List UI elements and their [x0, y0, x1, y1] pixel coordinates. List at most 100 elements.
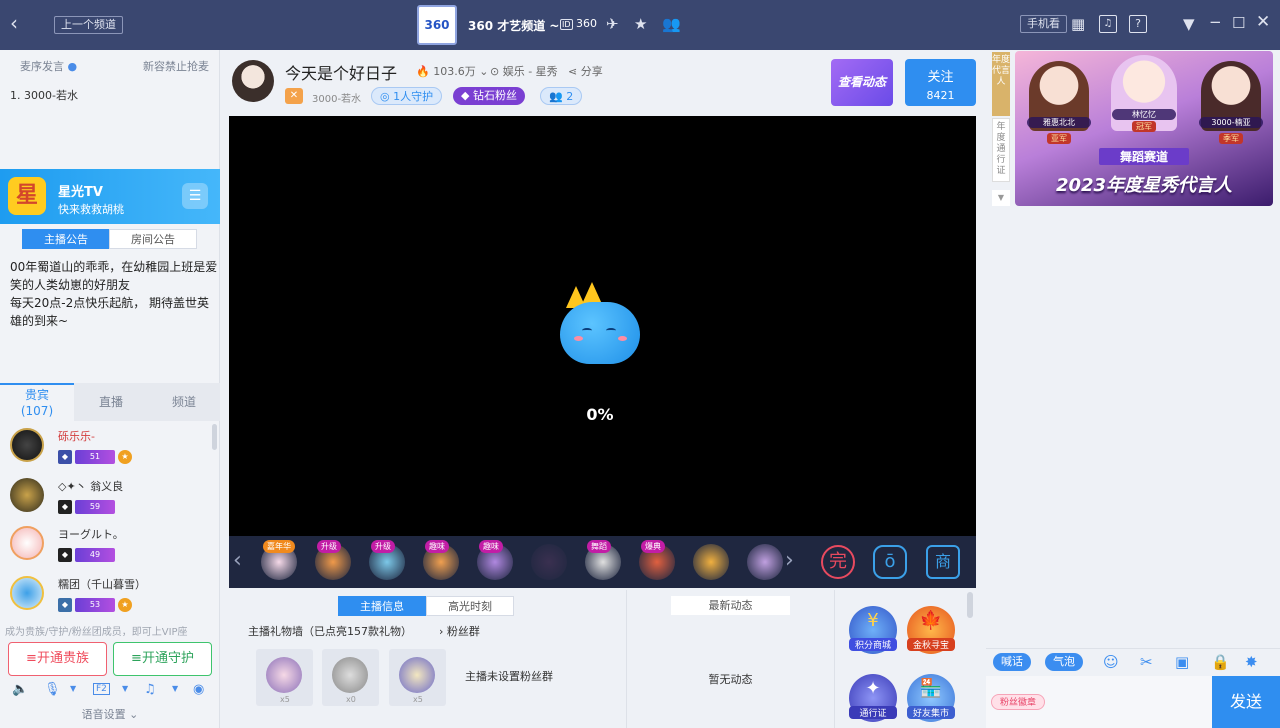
shout-button[interactable]: 喊话 — [993, 653, 1031, 671]
music-icon[interactable]: ♫ — [144, 682, 156, 697]
emoji-icon[interactable]: ☺ — [1103, 653, 1119, 671]
queue-item[interactable]: 1. 3000-若水 — [10, 87, 78, 103]
fans-count-badge[interactable]: 👥 2 — [540, 87, 583, 105]
sparkle-icon[interactable]: ✸ — [1245, 653, 1258, 671]
f2-icon[interactable]: F2 — [93, 683, 110, 695]
gift-bar: ‹ 嘉年华 升级 升级 趣味 趣味 舞蹈 爆典 › 完 ō 商 — [229, 536, 976, 588]
fans-count-text: 2 — [566, 90, 574, 103]
chevron-down-icon[interactable]: ▼ — [172, 684, 178, 693]
maximize-icon[interactable]: ☐ — [1232, 14, 1245, 32]
xingguang-tv-banner[interactable]: 星 星光TV 快来救救胡桃 ☰ — [0, 169, 220, 224]
help-icon[interactable]: ? — [1129, 15, 1147, 33]
vip-list-item[interactable]: 糯团（千山暮雪） ◆ 53 ★ — [0, 572, 220, 620]
chevron-down-icon[interactable]: ▼ — [992, 190, 1010, 206]
dropdown-icon[interactable]: ▼ — [1183, 15, 1195, 33]
record-icon[interactable]: ◉ — [193, 682, 204, 697]
diamond-icon: ◆ — [461, 89, 470, 102]
guard-badge[interactable]: ◎ 1人守护 — [371, 87, 443, 105]
fan-group-label[interactable]: › 粉丝群 — [439, 623, 480, 639]
speaker-icon[interactable]: 🔈 — [12, 682, 28, 697]
menu-icon[interactable]: ☰ — [182, 183, 208, 209]
mic-icon[interactable]: 🎙 — [44, 682, 61, 697]
chat-input[interactable]: 粉丝徽章 — [986, 676, 1212, 728]
order-speech-label[interactable]: 麦序发言 ● — [20, 58, 77, 74]
bubble-button[interactable]: 气泡 — [1045, 653, 1083, 671]
bell-icon[interactable]: ♫ — [1099, 15, 1117, 33]
gift-item[interactable] — [693, 544, 729, 580]
chevron-right-icon[interactable]: › — [785, 548, 794, 573]
gift-tag: 舞蹈 — [587, 540, 611, 553]
no-grab-label: 新容禁止抢麦 — [143, 60, 209, 73]
tab-highlight[interactable]: 高光时刻 — [426, 596, 514, 616]
follow-count: 8421 — [926, 89, 955, 102]
users-icon[interactable]: 👥 — [662, 15, 681, 33]
tab-anchor-notice[interactable]: 主播公告 — [22, 229, 110, 249]
gift-wall-label[interactable]: 主播礼物墙（已点亮157款礼物） — [248, 623, 412, 639]
share-button[interactable]: ⋖ 分享 — [568, 63, 603, 79]
shop-icon[interactable]: 商 — [926, 545, 960, 579]
chevron-down-icon[interactable]: ▼ — [122, 684, 128, 693]
gift-item[interactable] — [747, 544, 783, 580]
image-icon[interactable]: ▣ — [1175, 653, 1189, 671]
scissors-icon[interactable]: ✂ — [1140, 653, 1153, 671]
autumn-treasure-app[interactable]: 🍁 金秋寻宝 — [907, 606, 955, 654]
channel-title[interactable]: 360 才艺频道 ~ — [468, 17, 559, 34]
banner-name: 雅惠北北 — [1027, 117, 1091, 128]
video-player[interactable]: 0% — [229, 116, 976, 536]
gift-wall-item[interactable]: x5 — [389, 649, 446, 706]
latest-dynamic-tab[interactable]: 最新动态 — [671, 596, 790, 615]
side-tab-pass[interactable]: 年度通行证 — [992, 118, 1010, 182]
tab-anchor-info[interactable]: 主播信息 — [338, 596, 426, 616]
prev-channel-button[interactable]: 上一个频道 — [54, 16, 123, 34]
vip-list-item[interactable]: 砾乐乐- ◆ 51 ★ — [0, 424, 220, 472]
fans-badge-button[interactable]: 粉丝徽章 — [991, 694, 1045, 710]
points-mall-app[interactable]: ¥ 积分商城 — [849, 606, 897, 654]
room-title: 今天是个好日子 — [285, 64, 398, 83]
plane-icon[interactable]: ✈ — [606, 15, 619, 33]
open-noble-label: 开通贵族 — [36, 651, 89, 666]
order-settings-icon[interactable]: ● — [68, 60, 78, 73]
phone-watch-button[interactable]: 手机看 — [1020, 15, 1067, 33]
bag-icon[interactable]: ō — [873, 545, 907, 579]
vip-list-item[interactable]: ◇✦丶 翁义良 ◆ 59 — [0, 474, 220, 522]
tab-guests[interactable]: 贵宾 (107) — [0, 383, 74, 421]
chevron-left-icon[interactable]: ‹ — [233, 548, 242, 573]
back-icon[interactable]: ‹ — [10, 13, 18, 33]
scrollbar[interactable] — [212, 424, 217, 450]
fire-icon: 🔥 — [416, 65, 430, 78]
lock-icon[interactable]: 🔒 — [1211, 653, 1230, 671]
tab-room-notice[interactable]: 房间公告 — [109, 229, 197, 249]
open-guard-button[interactable]: ≡开通守护 — [113, 642, 212, 676]
send-button[interactable]: 发送 — [1212, 676, 1280, 728]
vip-list-item[interactable]: ヨーグルト。 ◆ 49 — [0, 522, 220, 570]
gift-wall-item[interactable]: x0 — [322, 649, 379, 706]
tab-channel[interactable]: 频道 — [148, 383, 220, 421]
voice-settings-button[interactable]: 语音设置 ⌄ — [0, 706, 220, 722]
tab-live[interactable]: 直播 — [74, 383, 148, 421]
close-icon[interactable]: ✕ — [1256, 13, 1270, 31]
gift-item[interactable] — [531, 544, 567, 580]
chevron-down-icon[interactable]: ▼ — [70, 684, 76, 693]
diamond-fans-badge[interactable]: ◆ 钻石粉丝 — [453, 87, 525, 105]
left-panel: 麦序发言 ● 新容禁止抢麦 1. 3000-若水 星 星光TV 快来救救胡桃 ☰… — [0, 50, 220, 728]
open-noble-button[interactable]: ≡开通贵族 — [8, 642, 107, 676]
view-dynamic-button[interactable]: 查看动态 — [831, 59, 893, 106]
friends-market-app[interactable]: 🏪 好友集市 — [907, 674, 955, 722]
ambassador-banner[interactable]: 雅惠北北 林忆忆 3000-楠亚 亚军 冠军 季军 舞蹈赛道 2023年度星秀代… — [1015, 51, 1273, 206]
scrollbar[interactable] — [967, 592, 973, 618]
gift-wall-item[interactable]: x5 — [256, 649, 313, 706]
side-tab-ambassador[interactable]: 年度代言人 — [992, 52, 1010, 116]
pass-app[interactable]: ✦ 通行证 — [849, 674, 897, 722]
anchor-avatar[interactable] — [232, 60, 274, 102]
gift-tag: 爆典 — [641, 540, 665, 553]
category-text: 娱乐 - 星秀 — [502, 65, 558, 78]
heat-value[interactable]: 🔥 103.6万 ⌄ — [416, 63, 488, 79]
grid-icon[interactable]: ▦ — [1071, 15, 1085, 33]
wan-icon[interactable]: 完 — [821, 545, 855, 579]
id-badge: ID — [560, 19, 573, 30]
minimize-icon[interactable]: − — [1209, 13, 1222, 31]
category-link[interactable]: ⊙ 娱乐 - 星秀 — [490, 63, 558, 79]
star-icon[interactable]: ★ — [634, 15, 647, 33]
follow-button[interactable]: 关注 8421 — [905, 59, 976, 106]
fan-group-empty: 主播未设置粉丝群 — [465, 670, 553, 683]
